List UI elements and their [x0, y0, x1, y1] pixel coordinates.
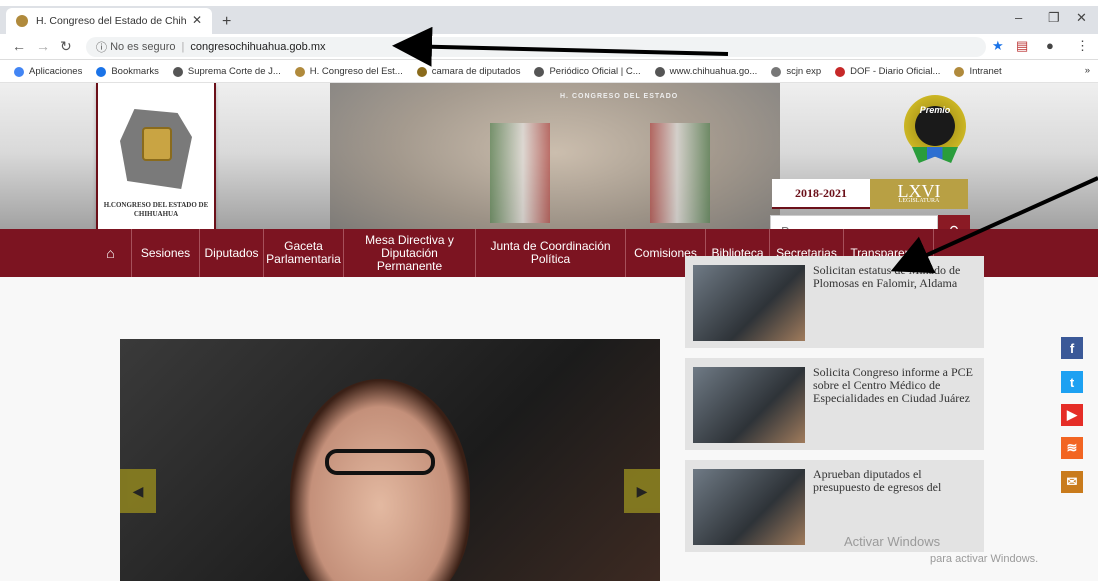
- restore-icon[interactable]: ❐: [1048, 10, 1060, 26]
- back-icon[interactable]: ←: [12, 38, 26, 54]
- news-item[interactable]: Solicitan estatus de Minado de Plomosas …: [685, 256, 984, 348]
- bookmark-label: H. Congreso del Est...: [309, 66, 403, 77]
- legislatura-roman: LXVI: [897, 180, 941, 201]
- windows-watermark-title: Activar Windows: [844, 534, 941, 549]
- bookmark-label: www.chihuahua.go...: [669, 66, 758, 77]
- separator: |: [181, 41, 185, 53]
- browser-tab-bar: H. Congreso del Estado de Chihu ✕ + – ❐ …: [0, 6, 1098, 34]
- close-tab-icon[interactable]: ✕: [192, 13, 202, 27]
- bookmarks-bar: Aplicaciones Bookmarks Suprema Corte de J.…: [0, 61, 1098, 83]
- bookmark-item[interactable]: Bookmarks: [96, 66, 159, 77]
- windows-watermark-sub: para activar Windows.: [930, 553, 1039, 565]
- legislatura-number: LXVI LEGISLATURA: [870, 179, 968, 209]
- news-headline[interactable]: Aprueban diputados el presupuesto de egr…: [813, 468, 973, 494]
- forward-icon[interactable]: →: [36, 38, 50, 54]
- bookmark-item[interactable]: scjn exp: [771, 66, 821, 77]
- site-favicon-icon: [16, 15, 28, 27]
- bookmark-item[interactable]: DOF - Diario Oficial...: [835, 66, 940, 77]
- close-window-icon[interactable]: ✕: [1076, 10, 1087, 26]
- bookmark-item[interactable]: Aplicaciones: [14, 66, 82, 77]
- bookmark-label: scjn exp: [786, 66, 822, 77]
- news-thumbnail: [693, 469, 805, 545]
- bookmarks-more-icon[interactable]: »: [1085, 65, 1090, 76]
- bookmark-item[interactable]: Suprema Corte de J...: [172, 66, 281, 77]
- reload-icon[interactable]: ↻: [60, 38, 72, 55]
- browser-tab[interactable]: H. Congreso del Estado de Chihu ✕: [6, 8, 212, 34]
- bookmark-label: Bookmarks: [111, 66, 159, 77]
- bookmark-label: Suprema Corte de J...: [187, 66, 281, 77]
- chevron-right-icon: ▶: [636, 482, 648, 499]
- bookmark-item[interactable]: www.chihuahua.go...: [654, 66, 758, 77]
- minimize-icon[interactable]: –: [1015, 10, 1022, 25]
- bookmark-favicon-icon: [294, 66, 305, 77]
- news-thumbnail: [693, 367, 805, 443]
- bookmark-item[interactable]: H. Congreso del Est...: [294, 66, 403, 77]
- url-text: congresochihuahua.gob.mx: [190, 41, 326, 53]
- youtube-icon[interactable]: ▶: [1061, 404, 1083, 426]
- news-item[interactable]: Solicita Congreso informe a PCE sobre el…: [685, 358, 984, 450]
- bookmark-favicon-icon: [172, 66, 183, 77]
- premio-badge[interactable]: Premio: [904, 95, 966, 163]
- omnibox[interactable]: ⓘ No es seguro | congresochihuahua.gob.m…: [86, 37, 986, 57]
- bookmark-favicon-icon: [954, 66, 965, 77]
- bookmark-star-icon[interactable]: ★: [992, 38, 1004, 54]
- security-label: No es seguro: [110, 41, 176, 53]
- seal-icon: [142, 127, 172, 161]
- facebook-icon[interactable]: f: [1061, 337, 1083, 359]
- slide-photo-detail: [325, 449, 435, 475]
- flag-left: [490, 123, 550, 223]
- profile-icon[interactable]: ●: [1046, 38, 1054, 53]
- bookmark-item[interactable]: camara de diputados: [416, 66, 521, 77]
- bookmark-favicon-icon: [416, 66, 427, 77]
- nav-item[interactable]: Diputados: [200, 229, 264, 277]
- image-slider[interactable]: ◀ ▶: [120, 339, 660, 581]
- info-icon[interactable]: ⓘ: [96, 39, 107, 55]
- bookmark-favicon-icon: [835, 66, 846, 77]
- logo-name: H.CONGRESO DEL ESTADO DE CHIHUAHUA: [103, 201, 209, 218]
- twitter-icon[interactable]: t: [1061, 371, 1083, 393]
- nav-item[interactable]: Mesa Directiva y Diputación Permanente: [344, 229, 476, 277]
- site-logo[interactable]: H.CONGRESO DEL ESTADO DE CHIHUAHUA: [96, 83, 216, 253]
- news-thumbnail: [693, 265, 805, 341]
- slide-photo: [290, 379, 470, 581]
- bookmark-favicon-icon: [96, 66, 107, 77]
- nav-item[interactable]: Junta de Coordinación Política: [476, 229, 626, 277]
- bookmark-label: camara de diputados: [431, 66, 521, 77]
- bookmark-favicon-icon: [534, 66, 545, 77]
- news-headline[interactable]: Solicitan estatus de Minado de Plomosas …: [813, 264, 973, 290]
- bookmark-item[interactable]: Intranet: [954, 66, 1002, 77]
- bookmark-favicon-icon: [771, 66, 782, 77]
- tab-title: H. Congreso del Estado de Chihu: [36, 15, 186, 27]
- address-bar-row: ← → ↻ ⓘ No es seguro | congresochihuahua…: [0, 34, 1098, 60]
- legislatura-badge: 2018-2021 LXVI LEGISLATURA: [772, 179, 968, 209]
- legislatura-years: 2018-2021: [772, 179, 870, 209]
- slider-next-button[interactable]: ▶: [624, 469, 660, 513]
- bookmark-item[interactable]: Periódico Oficial | C...: [534, 66, 641, 77]
- extension-pdf-icon[interactable]: ▤: [1016, 38, 1028, 54]
- bookmark-favicon-icon: [654, 66, 665, 77]
- mail-icon[interactable]: ✉: [1061, 471, 1083, 493]
- legislatura-sub: LEGISLATURA: [898, 197, 940, 204]
- banner-text: H. CONGRESO DEL ESTADO: [560, 93, 679, 100]
- rss-icon[interactable]: ≋: [1061, 437, 1083, 459]
- nav-item[interactable]: Sesiones: [132, 229, 200, 277]
- bookmark-label: Periódico Oficial | C...: [549, 66, 641, 77]
- nav-home-icon[interactable]: ⌂: [90, 229, 132, 277]
- bookmark-label: Aplicaciones: [29, 66, 83, 77]
- new-tab-icon[interactable]: +: [222, 13, 231, 31]
- flag-right: [650, 123, 710, 223]
- news-headline[interactable]: Solicita Congreso informe a PCE sobre el…: [813, 366, 973, 405]
- bookmark-label: DOF - Diario Oficial...: [850, 66, 941, 77]
- slider-prev-button[interactable]: ◀: [120, 469, 156, 513]
- premio-label: Premio: [919, 105, 951, 115]
- chevron-left-icon: ◀: [132, 482, 144, 499]
- website: H. CONGRESO DEL ESTADO H.CONGRESO DEL ES…: [0, 83, 1098, 581]
- bookmark-label: Intranet: [969, 66, 1002, 77]
- nav-item[interactable]: Gaceta Parlamentaria: [264, 229, 344, 277]
- bookmark-favicon-icon: [14, 66, 24, 77]
- menu-icon[interactable]: ⋮: [1076, 38, 1089, 54]
